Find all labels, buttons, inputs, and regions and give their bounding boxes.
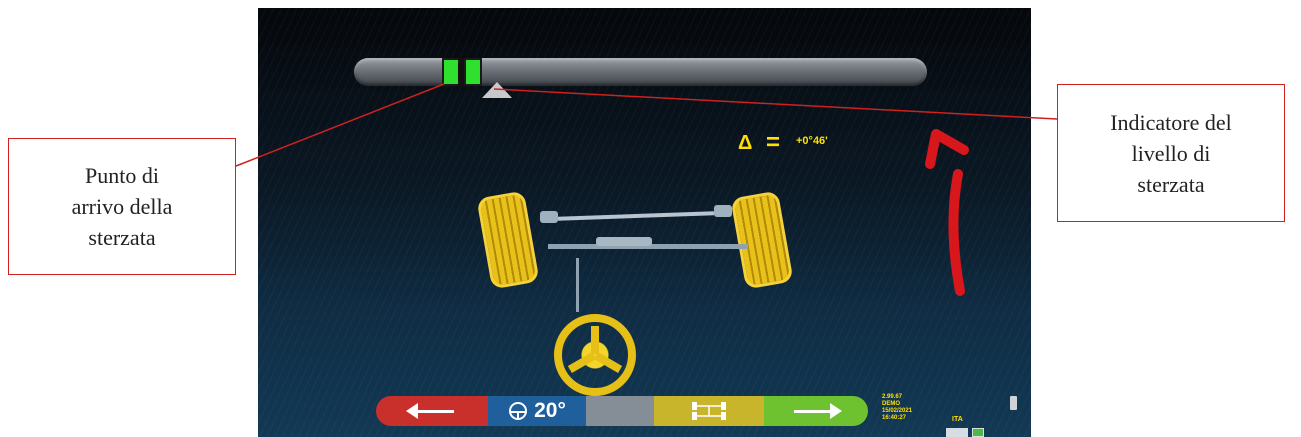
callout-steering-level: Indicatore del livello di sterzata bbox=[1057, 84, 1285, 222]
callout-steering-endpoint: Punto di arrivo della sterzata bbox=[8, 138, 236, 275]
left-callout-line bbox=[235, 83, 445, 167]
right-callout-line bbox=[493, 88, 1058, 120]
